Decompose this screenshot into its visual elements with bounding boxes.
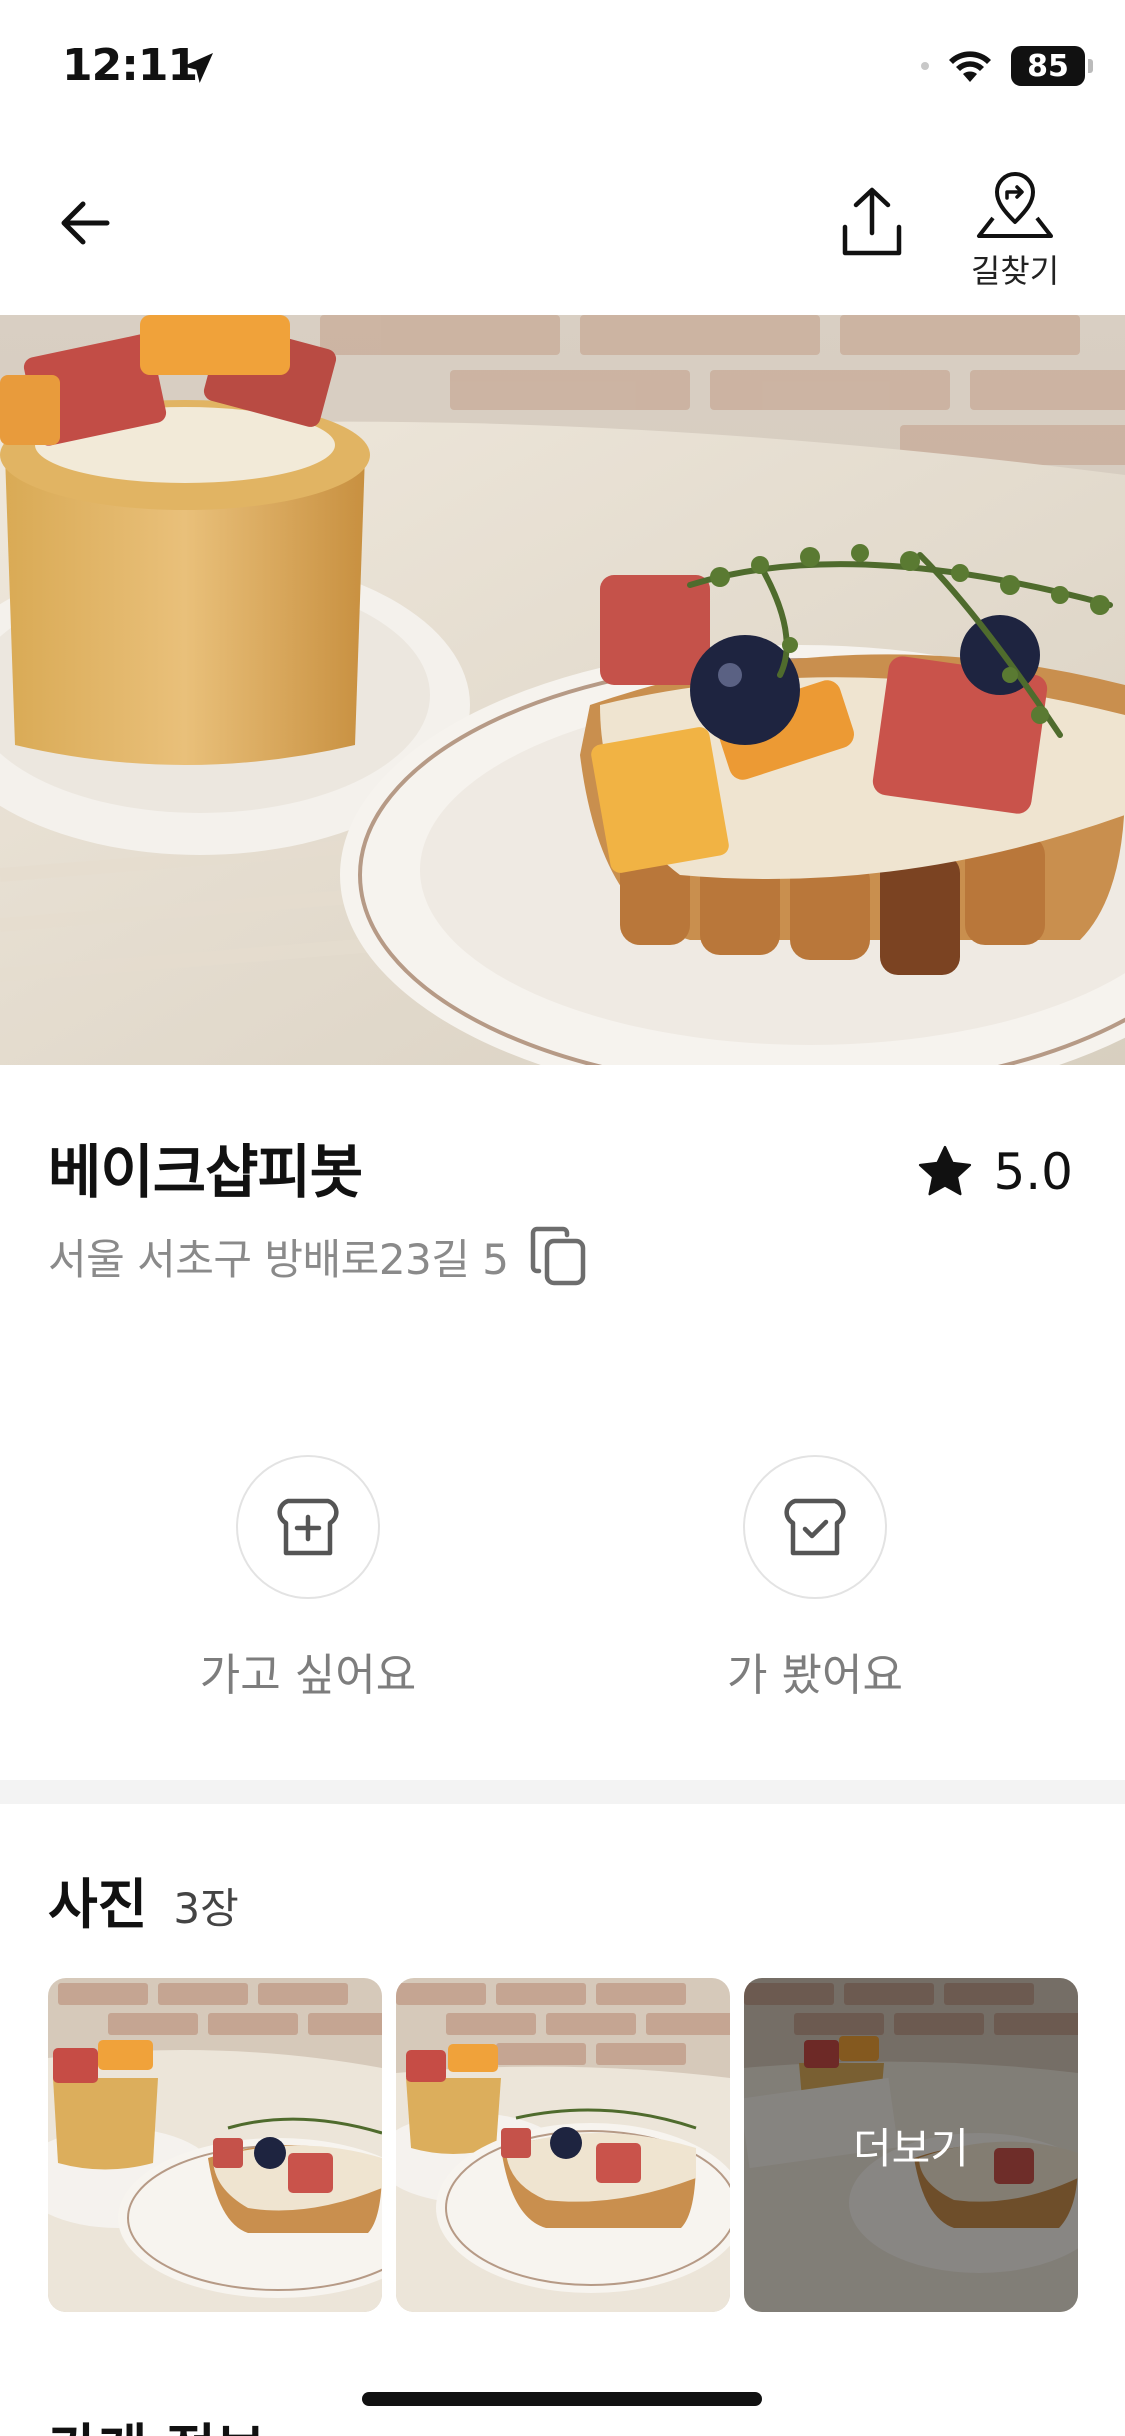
copy-address-button[interactable] [528,1225,590,1287]
store-info: 베이크샵피봇 5.0 서울 서초구 방배로23길 5 가고 싶어요 가 봤어요 [0,1065,1125,1785]
been-there-button[interactable]: 가 봤어요 [665,1455,965,1703]
share-button[interactable] [832,182,912,262]
location-arrow-icon [183,53,213,83]
map-pin-directions-icon [977,172,1053,238]
rating: 5.0 [917,1143,1073,1201]
photo-thumbnails: 더보기 [48,1978,1078,2312]
battery-level: 85 [1027,48,1069,84]
directions-button[interactable]: 길찾기 [955,170,1075,300]
more-overlay[interactable]: 더보기 [744,1978,1078,2312]
copy-icon [531,1226,586,1286]
nav-bar: 길찾기 [0,140,1125,315]
want-to-go-circle[interactable] [236,1455,380,1599]
store-address: 서울 서초구 방배로23길 5 [48,1234,509,1284]
want-to-go-label: 가고 싶어요 [199,1650,417,1701]
bread-check-icon [784,1498,846,1556]
been-there-circle[interactable] [743,1455,887,1599]
photos-heading: 사진 [48,1873,148,1936]
status-indicators: 85 [921,46,1093,86]
bread-plus-icon [277,1498,339,1556]
share-icon [842,187,902,256]
photo-thumbnail[interactable] [396,1978,730,2312]
pastry-photo-2 [396,1978,730,2312]
status-bar: 12:11 85 [0,0,1125,140]
arrow-left-icon [61,201,110,245]
address-row: 서울 서초구 방배로23길 5 [48,1225,590,1287]
photos-count: 3장 [173,1884,239,1933]
been-there-label: 가 봤어요 [727,1650,903,1701]
action-buttons: 가고 싶어요 가 봤어요 [0,1455,1125,1715]
store-name: 베이크샵피봇 [48,1138,363,1206]
status-time: 12:11 [62,40,198,91]
status-dot [921,62,929,70]
next-section-title: 가게 정보 [48,2405,266,2436]
photos-title: 사진 3장 [48,1860,239,1939]
want-to-go-button[interactable]: 가고 싶어요 [158,1455,458,1703]
directions-label: 길찾기 [970,252,1060,290]
photo-thumbnail-more[interactable]: 더보기 [744,1978,1078,2312]
more-photos-label: 더보기 [853,2123,969,2173]
back-button[interactable] [50,188,120,258]
pastry-cake-photo [0,315,1125,1065]
pastry-photo-1 [48,1978,382,2312]
section-divider [0,1780,1125,1804]
star-icon [919,1145,972,1196]
rating-value: 5.0 [993,1143,1073,1201]
home-indicator[interactable] [362,2392,762,2406]
wifi-icon [949,51,991,82]
hero-image[interactable] [0,315,1125,1065]
battery-icon: 85 [1011,46,1093,86]
photos-section: 사진 3장 더보기 [0,1804,1125,2324]
photo-thumbnail[interactable] [48,1978,382,2312]
